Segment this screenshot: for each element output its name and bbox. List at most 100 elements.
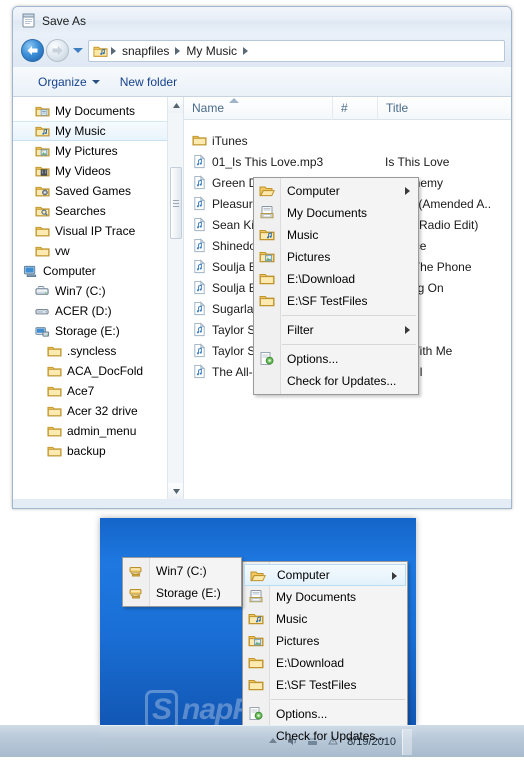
menu-item-filter[interactable]: Filter: [254, 319, 418, 341]
menu-item-my-documents[interactable]: My Documents: [254, 202, 418, 224]
menu-item-check-for-updates[interactable]: Check for Updates...: [254, 370, 418, 392]
menu-item-e-download[interactable]: E:\Download: [243, 652, 407, 674]
menu-item-pictures[interactable]: Pictures: [243, 630, 407, 652]
organize-button[interactable]: Organize: [31, 72, 107, 92]
sidebar-item-label: Visual IP Trace: [55, 224, 136, 238]
optical-drive-icon: [35, 304, 50, 319]
tray-context-menu[interactable]: Computer My Documents Music Pictures E:\Down…: [253, 177, 419, 395]
back-button[interactable]: [21, 39, 44, 62]
options-icon: [259, 351, 275, 367]
tray-context-menu-expanded[interactable]: Computer My Documents Music Pictures E:\Down…: [242, 561, 408, 750]
sidebar-item-computer[interactable]: Computer: [13, 261, 183, 281]
sidebar-item-my-music[interactable]: My Music: [13, 121, 183, 141]
menu-item-computer[interactable]: Computer: [244, 564, 406, 586]
menu-item-pictures[interactable]: Pictures: [254, 246, 418, 268]
sidebar-item-win7-c[interactable]: Win7 (C:): [13, 281, 183, 301]
scroll-up-icon[interactable]: [168, 97, 183, 113]
column-headers: Name # Title: [184, 97, 511, 120]
menu-item-e-sf-testfiles[interactable]: E:\SF TestFiles: [254, 290, 418, 312]
menu-item-music[interactable]: Music: [254, 224, 418, 246]
sidebar-item-acer-32-drive[interactable]: Acer 32 drive: [13, 401, 183, 421]
file-row[interactable]: 01_Is This Love.mp3 Is This Love: [184, 151, 511, 172]
sidebar-item-storage-e[interactable]: Storage (E:): [13, 321, 183, 341]
sidebar-scrollbar[interactable]: [167, 97, 183, 499]
sidebar-item-label: vw: [55, 244, 70, 258]
folder-icon: [248, 655, 264, 671]
sidebar-item-saved-games[interactable]: Saved Games: [13, 181, 183, 201]
column-header-name[interactable]: Name: [184, 97, 332, 120]
music-file-icon: [192, 196, 207, 211]
sidebar-item-my-documents[interactable]: My Documents: [13, 101, 183, 121]
menu-item-label: Options...: [276, 707, 328, 721]
menu-item-label: Options...: [287, 352, 339, 366]
file-name-label: 01_Is This Love.mp3: [212, 154, 324, 169]
sidebar-item-ace7[interactable]: Ace7: [13, 381, 183, 401]
sidebar-item-label: My Documents: [55, 104, 136, 118]
scroll-down-icon[interactable]: [168, 483, 183, 499]
menu-separator: [282, 344, 416, 345]
folder-icon: [47, 384, 62, 399]
sidebar-item-vw[interactable]: vw: [13, 241, 183, 261]
sidebar-item-aca-docfold[interactable]: ACA_DocFold: [13, 361, 183, 381]
sidebar-item-admin-menu[interactable]: admin_menu: [13, 421, 183, 441]
scrollbar-thumb[interactable]: [170, 167, 182, 239]
file-row[interactable]: iTunes: [184, 130, 511, 151]
menu-item-computer[interactable]: Computer: [254, 180, 418, 202]
forward-arrow-icon: [51, 45, 64, 56]
taskbar-right-segment: [416, 725, 524, 757]
sidebar-item-my-videos[interactable]: My Videos: [13, 161, 183, 181]
sidebar-item-label: backup: [67, 444, 106, 458]
new-folder-button[interactable]: New folder: [113, 72, 184, 92]
menu-item-win7-c[interactable]: Win7 (C:): [123, 560, 241, 582]
sidebar-item-label: Searches: [55, 204, 106, 218]
sidebar-item-syncless[interactable]: .syncless: [13, 341, 183, 361]
documents-icon: [248, 589, 264, 605]
scrollbar-grip-icon: [173, 202, 179, 204]
menu-item-check-for-updates[interactable]: Check for Updates...: [243, 725, 407, 747]
menu-item-options[interactable]: Options...: [243, 703, 407, 725]
menu-item-options[interactable]: Options...: [254, 348, 418, 370]
menu-item-label: Music: [287, 228, 319, 242]
folder-icon: [259, 271, 275, 287]
file-name-label: Soulja B: [212, 259, 257, 274]
address-bar[interactable]: snapfiles My Music: [88, 39, 505, 62]
music-file-icon: [192, 154, 207, 169]
taskbar-left-segment: [0, 725, 100, 757]
submenu-arrow-icon: [405, 187, 410, 195]
new-folder-label: New folder: [119, 74, 178, 89]
menu-item-label: Check for Updates...: [287, 374, 397, 388]
breadcrumb-item-my-music[interactable]: My Music: [183, 44, 240, 58]
sidebar-item-my-pictures[interactable]: My Pictures: [13, 141, 183, 161]
window-title: Save As: [42, 13, 87, 28]
menu-item-storage-e[interactable]: Storage (E:): [123, 582, 241, 604]
submenu-arrow-icon: [405, 326, 410, 334]
file-name-label: The All-: [212, 364, 253, 379]
folder-icon: [47, 364, 62, 379]
menu-item-music[interactable]: Music: [243, 608, 407, 630]
computer-submenu[interactable]: Win7 (C:) Storage (E:): [122, 557, 242, 607]
title-bar: Save As: [13, 7, 511, 34]
file-name-cell: 01_Is This Love.mp3: [184, 154, 332, 169]
menu-item-e-sf-testfiles[interactable]: E:\SF TestFiles: [243, 674, 407, 696]
column-header-track-number[interactable]: #: [332, 97, 377, 120]
sidebar-item-searches[interactable]: Searches: [13, 201, 183, 221]
menu-item-my-documents[interactable]: My Documents: [243, 586, 407, 608]
column-header-title[interactable]: Title: [377, 97, 511, 120]
file-name-label: Green D: [212, 175, 258, 190]
folder-icon: [248, 677, 264, 693]
menu-item-e-download[interactable]: E:\Download: [254, 268, 418, 290]
folder-icon: [47, 344, 62, 359]
folder-tree: My Documents My Music My Pictures My Videos…: [13, 97, 183, 461]
harddrive-share-icon: [128, 585, 144, 601]
recent-locations-dropdown[interactable]: [73, 48, 83, 53]
sidebar-item-visual-ip-trace[interactable]: Visual IP Trace: [13, 221, 183, 241]
folder-pictures-icon: [248, 633, 264, 649]
file-title-cell: Is This Love: [385, 154, 450, 169]
folder-icon: [35, 244, 50, 259]
breadcrumb-item-snapfiles[interactable]: snapfiles: [119, 44, 172, 58]
sidebar-item-acer-d[interactable]: ACER (D:): [13, 301, 183, 321]
sidebar-item-label: Win7 (C:): [55, 284, 106, 298]
menu-item-label: Storage (E:): [156, 586, 221, 600]
sidebar-item-backup[interactable]: backup: [13, 441, 183, 461]
forward-button[interactable]: [46, 39, 69, 62]
